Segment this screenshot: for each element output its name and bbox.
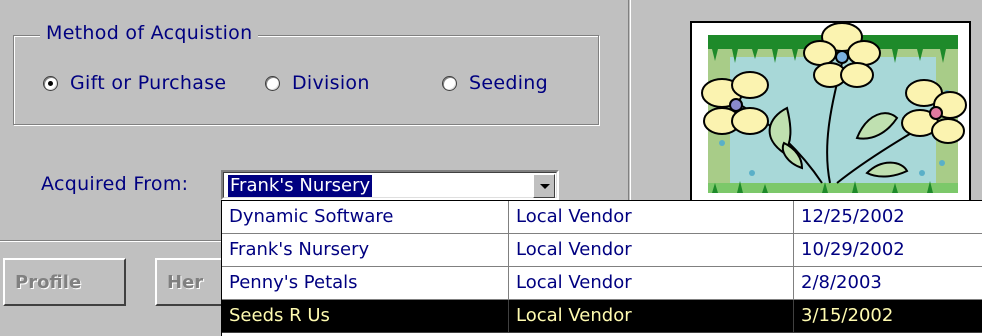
vendor-date-cell[interactable]: 12/25/2002 [794,201,982,234]
flower-clipart-icon [692,23,969,203]
vendor-type-cell[interactable]: Local Vendor [509,234,794,267]
vendor-name-cell[interactable]: Seeds R Us [222,300,509,333]
vendor-type-cell[interactable]: Local Vendor [509,300,794,333]
radio-label: Seeding [469,72,548,94]
method-group-legend: Method of Acquistion [40,22,259,44]
radio-label: Gift or Purchase [70,72,227,94]
radio-button-icon[interactable] [43,75,58,91]
dropdown-arrow-button[interactable] [533,174,555,198]
vendor-date-cell[interactable]: 2/8/2003 [794,267,982,300]
vendor-type-cell[interactable]: Local Vendor [509,201,794,234]
acquired-from-label: Acquired From: [41,173,189,195]
vendor-date-cell[interactable]: 10/29/2002 [794,234,982,267]
list-item[interactable]: Dynamic Software Local Vendor 12/25/2002 [222,201,982,234]
combo-field[interactable]: Frank's Nursery [223,172,557,198]
vendor-dropdown-list[interactable]: Dynamic Software Local Vendor 12/25/2002… [221,200,982,336]
vendor-name-cell[interactable]: Dynamic Software [222,201,509,234]
list-item-selected[interactable]: Seeds R Us Local Vendor 3/15/2002 [222,300,982,333]
profile-button[interactable]: Profile [3,258,126,306]
vendor-name-cell[interactable]: Frank's Nursery [222,234,509,267]
chevron-down-icon [540,184,550,189]
radio-button-icon[interactable] [442,75,457,91]
radio-division[interactable]: Division [265,72,370,94]
radio-gift-or-purchase[interactable]: Gift or Purchase [43,72,226,94]
combo-selected-text[interactable]: Frank's Nursery [228,175,373,197]
radio-button-icon[interactable] [265,75,280,91]
vendor-type-cell[interactable]: Local Vendor [509,267,794,300]
vendor-name-cell[interactable]: Penny's Petals [222,267,509,300]
radio-seeding[interactable]: Seeding [442,72,548,94]
vendor-date-cell[interactable]: 3/15/2002 [794,300,982,333]
acquired-from-combobox[interactable]: Frank's Nursery [221,170,559,200]
list-item[interactable]: Penny's Petals Local Vendor 2/8/2003 [222,267,982,300]
radio-label: Division [292,72,370,94]
list-item[interactable]: Frank's Nursery Local Vendor 10/29/2002 [222,234,982,267]
plant-image [690,21,971,205]
